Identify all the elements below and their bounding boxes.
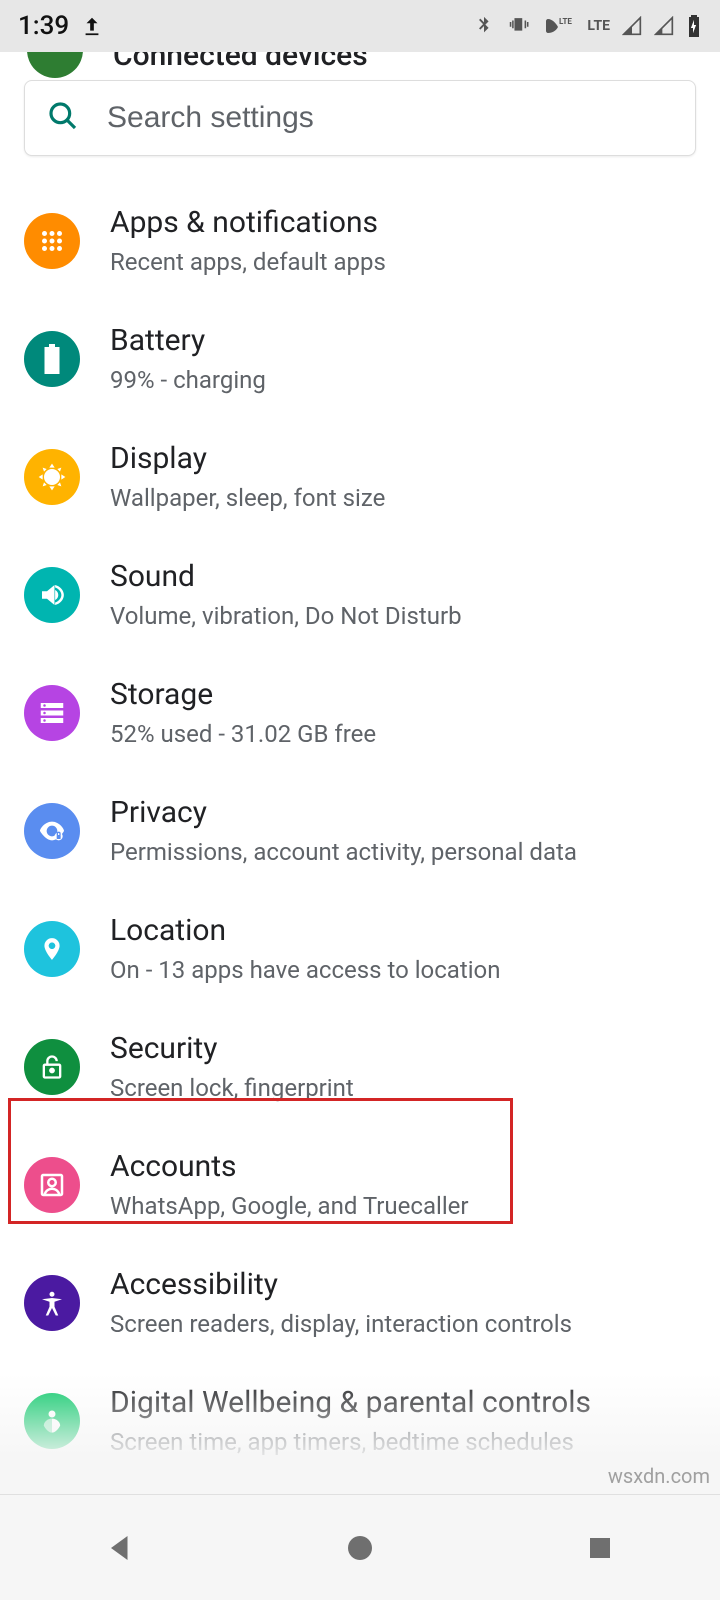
row-subtitle: Wallpaper, sleep, font size	[110, 482, 696, 514]
battery-charging-icon	[686, 14, 702, 38]
settings-list: Apps & notifications Recent apps, defaul…	[0, 182, 720, 1494]
storage-icon	[24, 685, 80, 741]
row-title: Accessibility	[110, 1266, 696, 1304]
volte-icon: LTE	[545, 15, 575, 37]
signal-2-icon	[654, 16, 674, 36]
row-subtitle: Volume, vibration, Do Not Disturb	[110, 600, 696, 632]
watermark: wsxdn.com	[608, 1464, 710, 1488]
display-icon	[24, 449, 80, 505]
search-input[interactable]	[107, 101, 673, 135]
row-title: Battery	[110, 322, 696, 360]
row-title: Sound	[110, 558, 696, 596]
search-icon	[47, 100, 79, 136]
nav-back-button[interactable]	[90, 1518, 150, 1578]
row-battery[interactable]: Battery 99% - charging	[0, 300, 720, 418]
location-icon	[24, 921, 80, 977]
row-title: Security	[110, 1030, 696, 1068]
partial-row-title: Connected devices	[113, 52, 368, 73]
row-accessibility[interactable]: Accessibility Screen readers, display, i…	[0, 1244, 720, 1362]
nav-home-button[interactable]	[330, 1518, 390, 1578]
row-title: Storage	[110, 676, 696, 714]
navigation-bar	[0, 1494, 720, 1600]
row-title: Display	[110, 440, 696, 478]
nav-recent-button[interactable]	[570, 1518, 630, 1578]
accounts-icon	[24, 1157, 80, 1213]
vibrate-icon	[507, 15, 533, 37]
row-subtitle: Screen time, app timers, bedtime schedul…	[110, 1426, 696, 1458]
row-title: Digital Wellbeing & parental controls	[110, 1384, 696, 1422]
status-time: 1:39	[18, 11, 69, 41]
signal-1-icon	[622, 16, 642, 36]
lte-icon: LTE	[587, 18, 610, 34]
upload-icon	[81, 15, 103, 37]
sound-icon	[24, 567, 80, 623]
row-subtitle: Permissions, account activity, personal …	[110, 836, 696, 868]
settings-content: Connected devices Apps & notifications R…	[0, 52, 720, 1494]
privacy-icon	[24, 803, 80, 859]
row-subtitle: On - 13 apps have access to location	[110, 954, 696, 986]
connected-devices-icon	[27, 52, 83, 78]
row-title: Apps & notifications	[110, 204, 696, 242]
partial-row-connected-devices[interactable]: Connected devices	[0, 52, 720, 82]
row-subtitle: Screen readers, display, interaction con…	[110, 1308, 696, 1340]
apps-icon	[24, 213, 80, 269]
security-icon	[24, 1039, 80, 1095]
row-title: Accounts	[110, 1148, 696, 1186]
accessibility-icon	[24, 1275, 80, 1331]
row-title: Location	[110, 912, 696, 950]
battery-icon	[24, 331, 80, 387]
row-title: Privacy	[110, 794, 696, 832]
svg-text:LTE: LTE	[559, 17, 572, 26]
row-apps-notifications[interactable]: Apps & notifications Recent apps, defaul…	[0, 182, 720, 300]
row-storage[interactable]: Storage 52% used - 31.02 GB free	[0, 654, 720, 772]
row-privacy[interactable]: Privacy Permissions, account activity, p…	[0, 772, 720, 890]
row-subtitle: 52% used - 31.02 GB free	[110, 718, 696, 750]
search-bar[interactable]	[24, 80, 696, 156]
row-subtitle: Screen lock, fingerprint	[110, 1072, 696, 1104]
row-display[interactable]: Display Wallpaper, sleep, font size	[0, 418, 720, 536]
row-subtitle: Recent apps, default apps	[110, 246, 696, 278]
row-subtitle: WhatsApp, Google, and Truecaller	[110, 1190, 696, 1222]
row-location[interactable]: Location On - 13 apps have access to loc…	[0, 890, 720, 1008]
bluetooth-icon	[473, 13, 495, 39]
row-subtitle: 99% - charging	[110, 364, 696, 396]
wellbeing-icon	[24, 1393, 80, 1449]
row-digital-wellbeing[interactable]: Digital Wellbeing & parental controls Sc…	[0, 1362, 720, 1480]
status-bar: 1:39 LTE LTE	[0, 0, 720, 52]
row-accounts[interactable]: Accounts WhatsApp, Google, and Truecalle…	[0, 1126, 720, 1244]
row-sound[interactable]: Sound Volume, vibration, Do Not Disturb	[0, 536, 720, 654]
row-security[interactable]: Security Screen lock, fingerprint	[0, 1008, 720, 1126]
